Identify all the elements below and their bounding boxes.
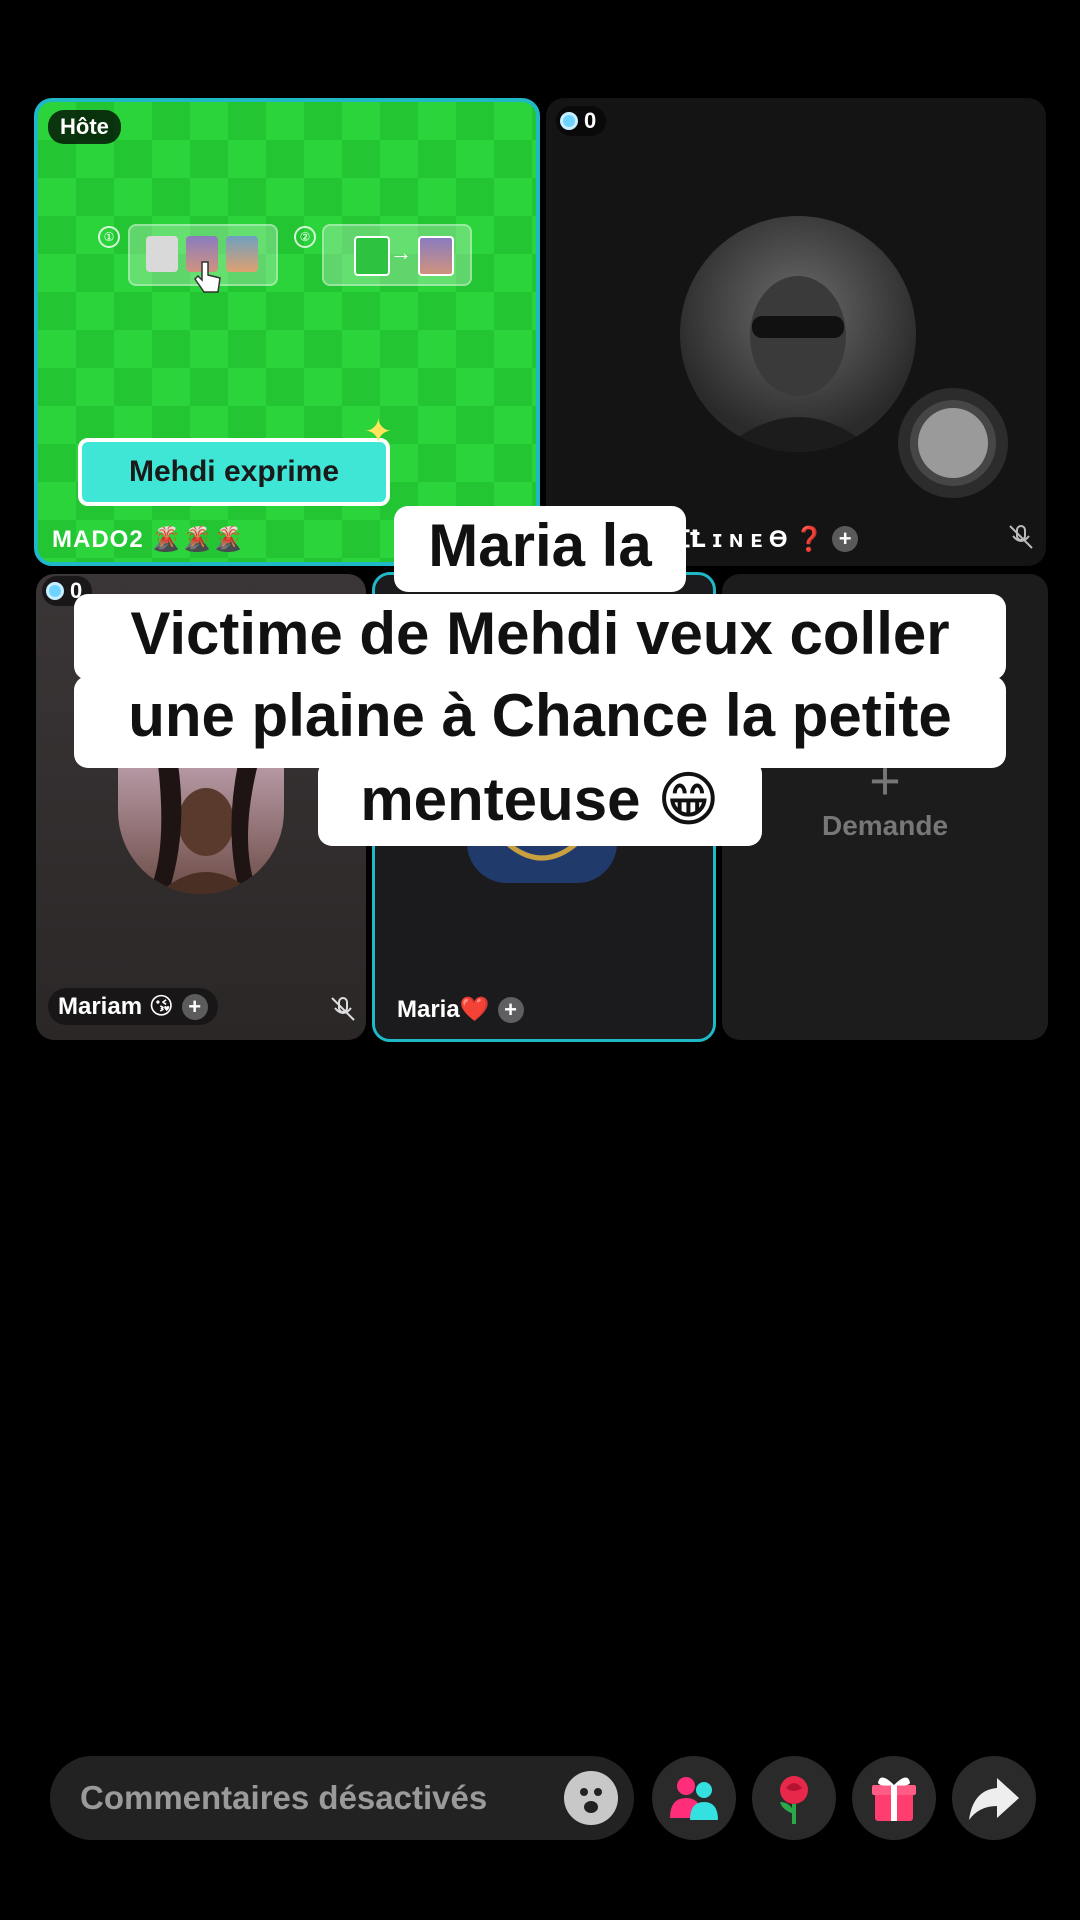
guest-name: ꞮꝈ ɪ ɴ ᴇ ϴ ❓ — [676, 526, 825, 553]
sparkle-icon: ✦ — [364, 413, 393, 451]
gift-button[interactable] — [852, 1756, 936, 1840]
follow-plus-icon[interactable]: + — [832, 525, 859, 552]
emoji-icon[interactable] — [564, 1771, 618, 1825]
guest-name-pill[interactable]: Maria❤️ + — [387, 991, 534, 1028]
rose-gift-button[interactable] — [752, 1756, 836, 1840]
person-photo-icon — [418, 236, 454, 276]
guest-name: Mariam 😘 — [58, 993, 174, 1020]
caption-line-4: menteuse 😁 — [318, 760, 762, 846]
caption-line-1: Maria la — [394, 506, 686, 592]
image-icon — [146, 236, 178, 272]
step-one-card — [128, 224, 278, 293]
arrow-right-icon: → — [390, 240, 412, 265]
guest-name: Maria❤️ — [397, 996, 490, 1023]
rose-gift-icon — [780, 1776, 808, 1824]
host-name: MADO2 🌋🌋🌋 — [52, 526, 244, 553]
follow-plus-icon[interactable]: + — [497, 996, 524, 1023]
caption-line-3: une plaine à Chance la petite — [74, 676, 1006, 768]
coin-badge: 0 — [556, 106, 607, 136]
step-one-label: ① — [98, 226, 120, 248]
effect-label: Mehdi exprime — [78, 438, 390, 506]
comment-placeholder: Commentaires désactivés — [80, 1779, 488, 1816]
person-silhouette-icon — [354, 236, 390, 276]
comment-input[interactable]: Commentaires désactivés — [50, 1756, 634, 1840]
follow-plus-icon[interactable]: + — [181, 993, 208, 1020]
guest-name-pill[interactable]: Mariam 😘 + — [48, 988, 218, 1025]
share-icon — [969, 1778, 1019, 1820]
photo-thumbnail — [226, 236, 258, 272]
request-label[interactable]: Demande — [722, 810, 1048, 842]
step-two-label: ② — [294, 226, 316, 248]
coin-count: 0 — [584, 108, 597, 133]
guest-name-pill[interactable]: ꞮꝈ ɪ ɴ ᴇ ϴ ❓ + — [666, 518, 868, 559]
guest-tile-1[interactable]: 0 ꞮꝈ ɪ ɴ ᴇ ϴ ❓ + — [546, 98, 1046, 566]
hand-pointer-icon — [194, 261, 221, 293]
caption-line-2: Victime de Mehdi veux coller — [74, 594, 1006, 680]
gift-icon — [872, 1777, 916, 1821]
mic-muted-icon — [1009, 525, 1033, 549]
avatar — [118, 764, 284, 894]
host-tile[interactable]: Hôte ① ② → Mehdi exprime ✦ MADO2 🌋🌋🌋 — [34, 98, 540, 566]
share-button[interactable] — [952, 1756, 1036, 1840]
coin-icon — [560, 112, 578, 130]
avatar — [680, 216, 916, 452]
step-two-card: → — [322, 224, 472, 286]
mic-muted-icon — [331, 997, 355, 1021]
avatar — [467, 843, 617, 883]
coin-icon — [46, 582, 64, 600]
host-badge: Hôte — [48, 110, 121, 144]
guests-icon — [670, 1777, 718, 1820]
record-button[interactable] — [898, 388, 1008, 498]
guests-button[interactable] — [652, 1756, 736, 1840]
